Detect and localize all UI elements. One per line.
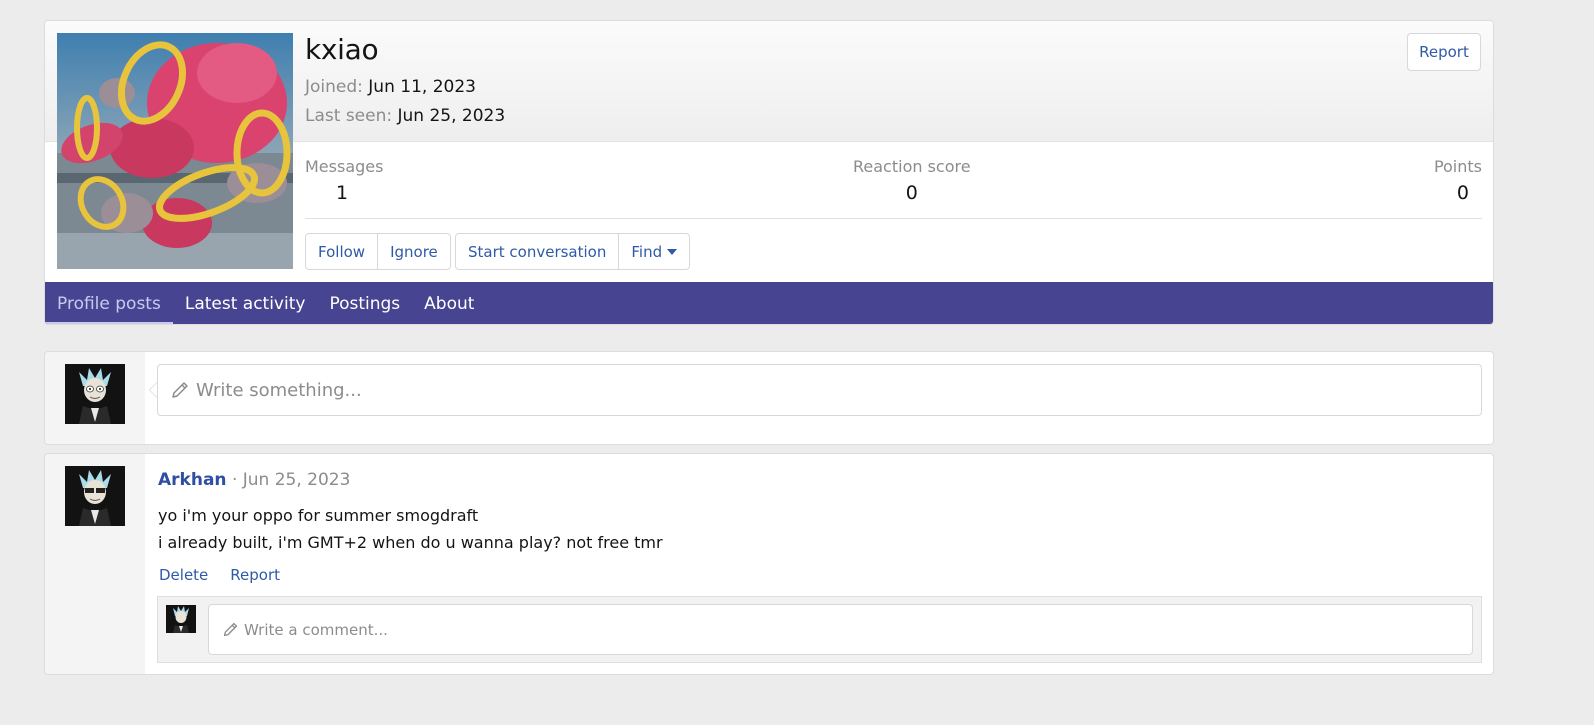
find-button[interactable]: Find	[619, 234, 689, 269]
profile-last-seen: Last seen: Jun 25, 2023	[305, 106, 505, 126]
start-conversation-button[interactable]: Start conversation	[456, 234, 620, 269]
post-report-link[interactable]: Report	[230, 566, 280, 584]
last-seen-label: Last seen:	[305, 106, 393, 126]
stat-messages[interactable]: Messages 1	[305, 157, 383, 204]
tab-profile-posts[interactable]: Profile posts	[45, 282, 173, 324]
joined-value: Jun 11, 2023	[368, 77, 476, 97]
post-author-avatar[interactable]	[65, 466, 125, 526]
post-delete-link[interactable]: Delete	[159, 566, 208, 584]
stat-points-label: Points	[1433, 157, 1482, 176]
joined-label: Joined:	[305, 77, 363, 97]
post-author-link[interactable]: Arkhan	[158, 470, 227, 490]
rick-avatar-image	[65, 364, 125, 424]
post-body-line: yo i'm your oppo for summer smogdraft	[158, 506, 479, 525]
follow-ignore-group: Follow Ignore	[305, 233, 451, 270]
post-header: Arkhan · Jun 25, 2023	[158, 470, 350, 490]
conversation-find-group: Start conversation Find	[455, 233, 691, 270]
stat-points: Points 0	[1434, 157, 1482, 204]
profile-username: kxiao	[305, 33, 379, 66]
stat-messages-label: Messages	[305, 157, 384, 176]
write-something-input[interactable]: Write something...	[157, 364, 1482, 416]
profile-post-composer: Write something...	[44, 351, 1494, 445]
post-date-link[interactable]: Jun 25, 2023	[243, 470, 351, 490]
comment-area: Write a comment...	[157, 596, 1482, 663]
profile-avatar[interactable]	[57, 33, 293, 269]
last-seen-value[interactable]: Jun 25, 2023	[398, 106, 506, 126]
profile-post: Arkhan · Jun 25, 2023 yo i'm your oppo f…	[44, 453, 1494, 675]
profile-card: kxiao Joined: Jun 11, 2023 Last seen: Ju…	[44, 20, 1494, 325]
profile-report-button[interactable]: Report	[1407, 33, 1481, 71]
post-actions: Delete Report	[159, 566, 280, 584]
rick-avatar-image	[166, 605, 196, 633]
write-comment-input[interactable]: Write a comment...	[208, 604, 1473, 655]
current-user-avatar[interactable]	[65, 364, 125, 424]
post-body-line: i already built, i'm GMT+2 when do u wan…	[158, 533, 663, 552]
tab-postings[interactable]: Postings	[317, 282, 412, 324]
pencil-icon	[223, 622, 238, 637]
tab-about[interactable]: About	[412, 282, 486, 324]
pencil-icon	[172, 382, 188, 398]
post-separator: ·	[231, 470, 238, 490]
post-body: yo i'm your oppo for summer smogdraft i …	[158, 502, 663, 556]
stat-reaction-score: Reaction score 0	[853, 157, 971, 204]
profile-joined: Joined: Jun 11, 2023	[305, 77, 476, 97]
stat-reaction-value: 0	[905, 182, 918, 204]
stat-messages-value[interactable]: 1	[305, 182, 383, 204]
write-something-placeholder: Write something...	[196, 379, 362, 401]
write-comment-placeholder: Write a comment...	[244, 620, 388, 639]
comment-user-avatar[interactable]	[166, 605, 196, 633]
follow-button[interactable]: Follow	[306, 234, 379, 269]
find-label: Find	[631, 242, 663, 261]
stat-reaction-label: Reaction score	[853, 157, 971, 176]
profile-avatar-image	[57, 33, 293, 269]
ignore-button[interactable]: Ignore	[378, 234, 450, 269]
tab-latest-activity[interactable]: Latest activity	[173, 282, 318, 324]
profile-stats: Messages 1 Reaction score 0 Points 0	[305, 157, 1482, 219]
stat-points-value: 0	[1456, 182, 1469, 204]
profile-tabs: Profile posts Latest activity Postings A…	[45, 282, 1493, 324]
rick-avatar-image	[65, 466, 125, 526]
caret-down-icon	[667, 248, 678, 255]
